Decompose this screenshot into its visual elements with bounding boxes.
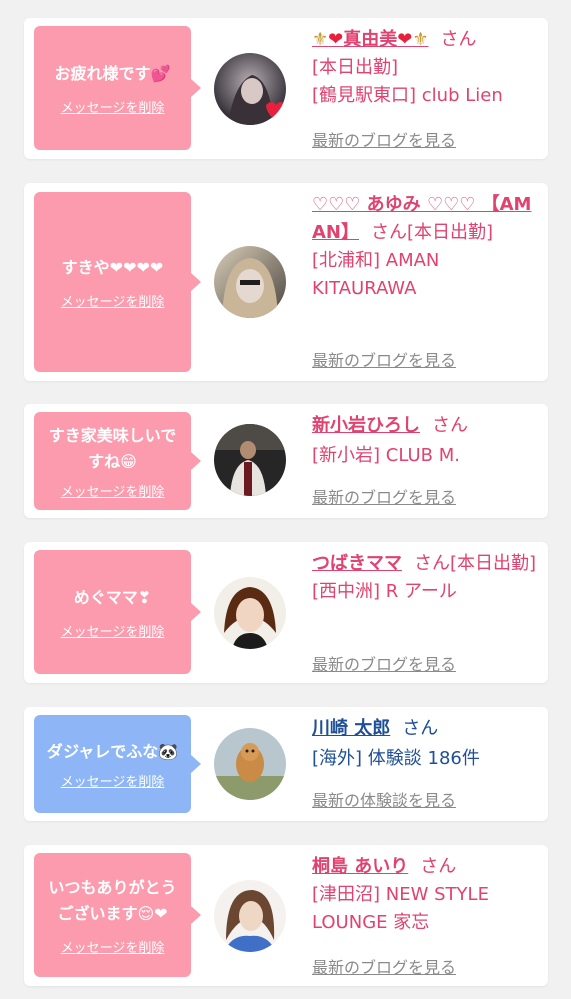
avatar[interactable] <box>214 53 286 125</box>
delete-message-link[interactable]: メッセージを削除 <box>61 291 165 310</box>
latest-blog-link[interactable]: 最新のブログを見る <box>312 954 456 978</box>
honorific: さん <box>402 718 439 739</box>
fleur-icon: ⚜ <box>312 29 329 50</box>
message-bubble: めぐママ❣ メッセージを削除 <box>34 550 201 674</box>
status-text: [本日出勤] <box>407 222 494 243</box>
message-bubble: ダジャレでふな🐼 メッセージを削除 <box>34 715 201 813</box>
honorific: さん <box>371 222 407 243</box>
profile-detail: [津田沼] NEW STYLE LOUNGE 家忘 <box>312 884 489 933</box>
favorites-list: お疲れ様です💕 メッセージを削除 ⚜❤真由美❤⚜ さん [本日出勤] [鶴見駅東口… <box>0 0 571 999</box>
message-bubble: お疲れ様です💕 メッセージを削除 <box>34 26 201 150</box>
avatar[interactable] <box>214 424 286 496</box>
list-item: いつもありがとう ございます😌❤ メッセージを削除 桐島 あいり さん [津田沼]… <box>24 845 548 986</box>
message-text: すきや❤❤❤❤ <box>61 257 164 277</box>
profile-info: ⚜❤真由美❤⚜ さん [本日出勤] [鶴見駅東口] club Lien <box>312 26 544 110</box>
profile-name-link[interactable]: 川崎 太郎 <box>312 718 390 739</box>
profile-name: 真由美 <box>343 29 398 50</box>
name-line: つばきママ さん[本日出勤] <box>312 550 544 578</box>
list-item: すき家美味しいで すね😁 メッセージを削除 新小岩ひろし さん [新小岩] CLU… <box>24 404 548 518</box>
name-line: ⚜❤真由美❤⚜ さん <box>312 26 544 54</box>
honorific: さん <box>414 553 450 574</box>
message-bubble: すき家美味しいで すね😁 メッセージを削除 <box>34 412 201 510</box>
name-line: 桐島 あいり さん <box>312 853 544 881</box>
honorific: さん <box>420 856 457 877</box>
profile-detail: [西中洲] R アール <box>312 581 457 602</box>
latest-blog-link[interactable]: 最新のブログを見る <box>312 127 456 151</box>
honorific: さん <box>440 29 477 50</box>
profile-detail: [海外] 体験談 186件 <box>312 748 480 769</box>
message-text: すき家美味しいで すね😁 <box>48 425 177 471</box>
profile-name-link[interactable]: 桐島 あいり <box>312 856 408 877</box>
profile-name-link[interactable]: ⚜❤真由美❤⚜ <box>312 29 428 50</box>
profile-detail: [北浦和] AMAN KITAURAWA <box>312 250 440 299</box>
delete-message-link[interactable]: メッセージを削除 <box>61 771 165 790</box>
status-text: [本日出勤] <box>450 553 537 574</box>
honorific: さん <box>432 415 468 436</box>
avatar[interactable] <box>214 728 286 800</box>
avatar[interactable] <box>214 577 286 649</box>
message-text: お疲れ様です💕 <box>54 63 171 83</box>
list-item: ダジャレでふな🐼 メッセージを削除 川崎 太郎 さん [海外] 体験談 186件 … <box>24 707 548 821</box>
profile-name-link[interactable]: つばきママ <box>312 553 402 574</box>
name-line: 新小岩ひろし さん <box>312 412 544 440</box>
profile-info: ♡♡♡ あゆみ ♡♡♡ 【AMAN】 さん[本日出勤] [北浦和] AMAN KI… <box>312 191 544 303</box>
avatar[interactable] <box>214 246 286 318</box>
message-bubble: いつもありがとう ございます😌❤ メッセージを削除 <box>34 853 201 977</box>
name-line: ♡♡♡ あゆみ ♡♡♡ 【AMAN】 さん[本日出勤] <box>312 191 544 247</box>
delete-message-link[interactable]: メッセージを削除 <box>61 481 165 500</box>
latest-review-link[interactable]: 最新の体験談を見る <box>312 787 456 811</box>
delete-message-link[interactable]: メッセージを削除 <box>61 621 165 640</box>
message-bubble: すきや❤❤❤❤ メッセージを削除 <box>34 192 201 372</box>
profile-info: 桐島 あいり さん [津田沼] NEW STYLE LOUNGE 家忘 <box>312 853 544 937</box>
profile-info: 川崎 太郎 さん [海外] 体験談 186件 <box>312 715 544 773</box>
delete-message-link[interactable]: メッセージを削除 <box>61 97 165 116</box>
latest-blog-link[interactable]: 最新のブログを見る <box>312 651 456 675</box>
list-item: めぐママ❣ メッセージを削除 つばきママ さん[本日出勤] [西中洲] R アール… <box>24 542 548 683</box>
heart-icon: ❤ <box>397 29 413 50</box>
fleur-icon: ⚜ <box>412 29 429 50</box>
heart-icon: ❤ <box>328 29 344 50</box>
profile-detail: [本日出勤] [鶴見駅東口] club Lien <box>312 57 503 106</box>
message-text: いつもありがとう ございます😌❤ <box>48 877 177 923</box>
list-item: お疲れ様です💕 メッセージを削除 ⚜❤真由美❤⚜ さん [本日出勤] [鶴見駅東口… <box>24 18 548 159</box>
message-text: めぐママ❣ <box>73 587 152 607</box>
name-line: 川崎 太郎 さん <box>312 715 544 743</box>
latest-blog-link[interactable]: 最新のブログを見る <box>312 484 456 508</box>
avatar[interactable] <box>214 880 286 952</box>
profile-name-link[interactable]: 新小岩ひろし <box>312 415 420 436</box>
latest-blog-link[interactable]: 最新のブログを見る <box>312 347 456 371</box>
profile-detail: [新小岩] CLUB M. <box>312 445 460 466</box>
list-item: すきや❤❤❤❤ メッセージを削除 ♡♡♡ あゆみ ♡♡♡ 【AMAN】 さん[本日… <box>24 183 548 381</box>
message-text: ダジャレでふな🐼 <box>46 741 179 761</box>
profile-info: 新小岩ひろし さん [新小岩] CLUB M. <box>312 412 544 470</box>
delete-message-link[interactable]: メッセージを削除 <box>61 937 165 956</box>
profile-info: つばきママ さん[本日出勤] [西中洲] R アール <box>312 550 544 606</box>
